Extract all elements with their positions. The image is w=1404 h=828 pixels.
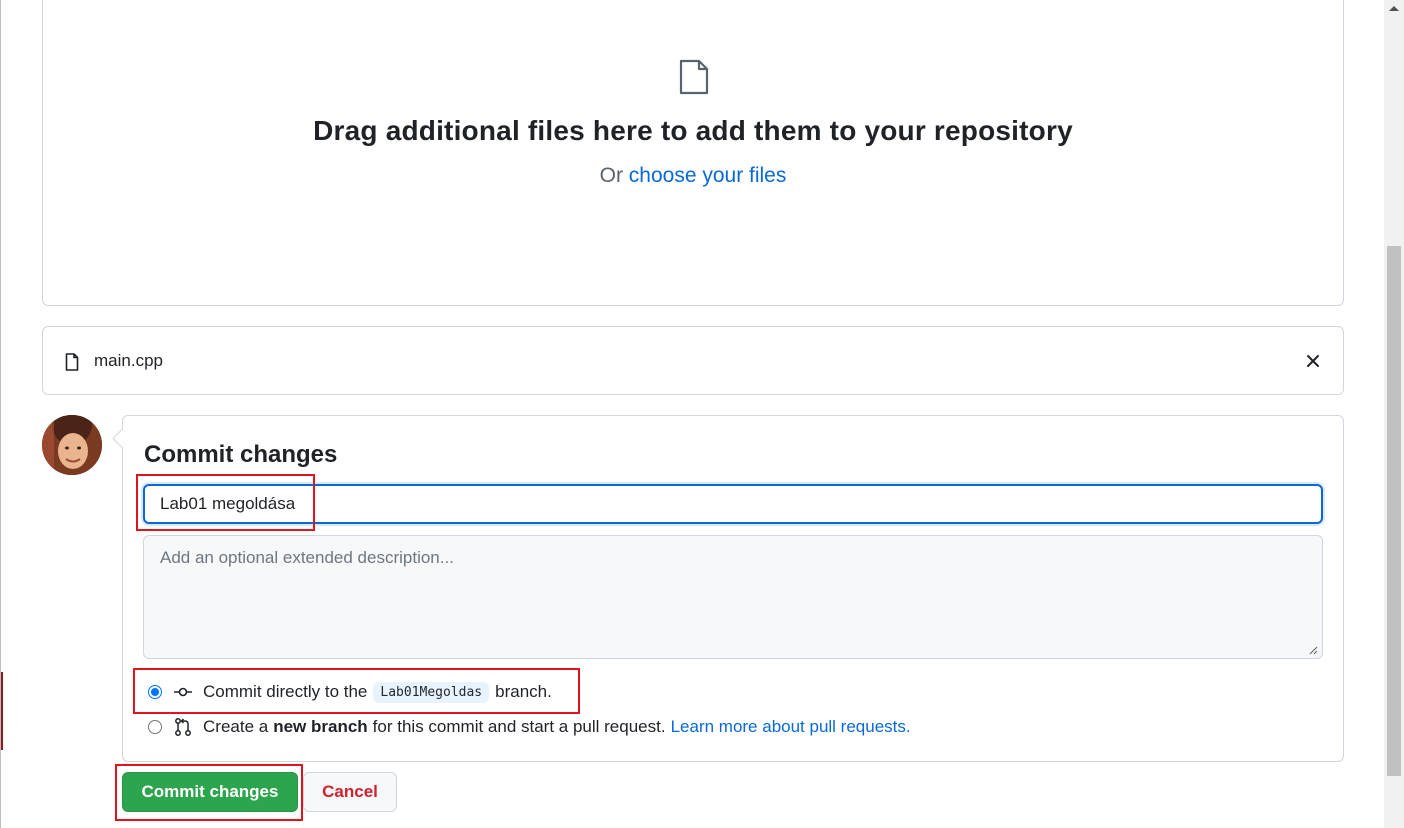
scroll-thumb[interactable] (1387, 246, 1401, 776)
git-commit-icon (174, 687, 192, 697)
commit-description-textarea[interactable] (143, 535, 1323, 659)
new-branch-suffix: for this commit and start a pull request… (372, 717, 666, 736)
dropzone-or-text: Or (599, 164, 623, 187)
dropzone-subtitle: Or choose your files (43, 164, 1343, 188)
dropzone-title: Drag additional files here to add them t… (313, 115, 1073, 146)
avatar (42, 415, 102, 475)
git-pull-request-icon (175, 718, 191, 736)
commit-summary-input[interactable] (143, 484, 1323, 524)
new-branch-prefix: Create a (203, 717, 269, 736)
commit-direct-suffix: branch. (495, 682, 552, 701)
avatar-image (42, 415, 102, 475)
commit-changes-button[interactable]: Commit changes (122, 772, 298, 812)
close-icon[interactable] (1305, 353, 1321, 369)
new-branch-option[interactable]: Create a new branch for this commit and … (148, 715, 911, 739)
commit-direct-radio[interactable] (148, 685, 162, 699)
cancel-button[interactable]: Cancel (303, 772, 397, 812)
choose-files-link[interactable]: choose your files (629, 164, 787, 187)
scroll-up-arrow-icon[interactable] (1389, 6, 1399, 11)
commit-direct-prefix: Commit directly to the (203, 682, 368, 701)
left-edge-accent (1, 672, 3, 750)
commit-direct-option[interactable]: Commit directly to the Lab01Megoldas bra… (148, 680, 552, 704)
uploaded-file-row: main.cpp (42, 326, 1344, 395)
file-icon (65, 353, 79, 371)
vertical-scrollbar[interactable] (1384, 0, 1404, 828)
upload-files-page: Drag additional files here to add them t… (0, 0, 1404, 828)
commit-heading: Commit changes (144, 441, 338, 468)
uploaded-file-name: main.cpp (94, 351, 163, 370)
file-dropzone[interactable]: Drag additional files here to add them t… (42, 0, 1344, 306)
new-branch-bold: new branch (273, 717, 368, 736)
learn-more-pull-requests-link[interactable]: Learn more about pull requests. (671, 717, 911, 737)
resize-grip-icon[interactable] (1308, 645, 1318, 655)
new-branch-radio[interactable] (148, 720, 162, 734)
file-icon (679, 59, 709, 95)
branch-name-chip: Lab01Megoldas (373, 681, 490, 703)
